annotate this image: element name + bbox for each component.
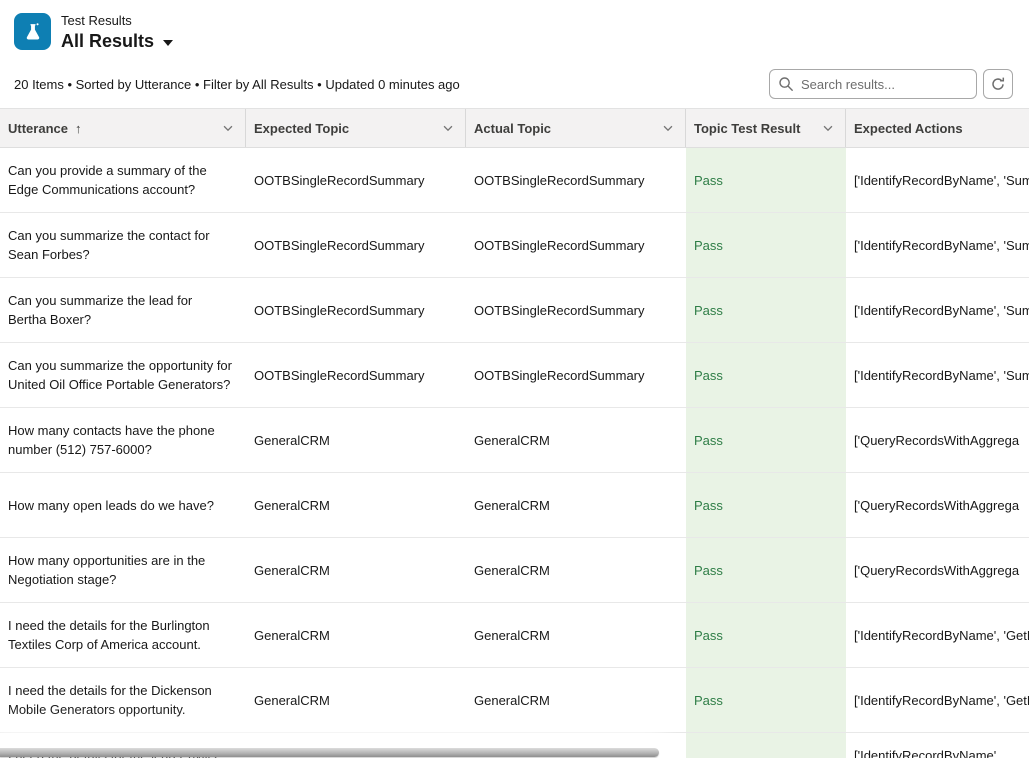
actual-topic-cell: GeneralCRM [466,408,686,472]
utterance-cell: Can you provide a summary of the Edge Co… [0,148,246,212]
expected-actions-cell: ['QueryRecordsWithAggrega [846,408,1029,472]
sort-ascending-icon: ↑ [75,121,82,136]
refresh-icon [990,76,1006,92]
topic-test-result-cell: Pass [686,278,846,342]
caret-down-icon [163,40,173,46]
topic-test-result-cell: Pass [686,603,846,667]
expected-actions-cell: ['QueryRecordsWithAggrega [846,473,1029,537]
pass-badge: Pass [694,301,723,320]
table-row[interactable]: How many open leads do we have? GeneralC… [0,473,1029,538]
table-row[interactable]: I need the details for the Burlington Te… [0,603,1029,668]
column-label: Expected Topic [254,121,349,136]
table-row[interactable]: How many opportunities are in the Negoti… [0,538,1029,603]
table-body: Can you provide a summary of the Edge Co… [0,148,1029,758]
expected-topic-cell: OOTBSingleRecordSummary [246,148,466,212]
expected-actions-cell: ['IdentifyRecordByName', 'GetRecordDetai… [846,668,1029,732]
list-toolbar: 20 Items • Sorted by Utterance • Filter … [0,60,1029,108]
topic-test-result-cell: Pass [686,148,846,212]
pass-badge: Pass [694,236,723,255]
utterance-cell: How many opportunities are in the Negoti… [0,538,246,602]
expected-actions-cell: ['QueryRecordsWithAggrega [846,538,1029,602]
page-header: Test Results All Results [0,0,1029,60]
table-row[interactable]: I need the details for the Dickenson Mob… [0,668,1029,733]
table-header-row: Utterance ↑ Expected Topic Actual Topic … [0,108,1029,148]
expected-actions-cell: ['IdentifyRecordByName', 'SummarizeRecor… [846,343,1029,407]
column-header-expected-topic[interactable]: Expected Topic [246,109,466,147]
expected-topic-cell: GeneralCRM [246,538,466,602]
column-header-actual-topic[interactable]: Actual Topic [466,109,686,147]
chevron-down-icon[interactable] [441,121,455,135]
utterance-cell: Can you summarize the contact for Sean F… [0,213,246,277]
topic-test-result-cell: Pass [686,473,846,537]
expected-topic-cell: GeneralCRM [246,473,466,537]
actual-topic-cell: OOTBSingleRecordSummary [466,213,686,277]
expected-actions-cell: ['IdentifyRecordByName', 'SummarizeRecor… [846,278,1029,342]
expected-topic-cell: OOTBSingleRecordSummary [246,343,466,407]
expected-topic-cell: OOTBSingleRecordSummary [246,278,466,342]
chevron-down-icon[interactable] [821,121,835,135]
object-label: Test Results [61,13,173,29]
column-label: Topic Test Result [694,121,800,136]
list-summary: 20 Items • Sorted by Utterance • Filter … [14,77,460,92]
pass-badge: Pass [694,561,723,580]
utterance-cell: Can you summarize the opportunity for Un… [0,343,246,407]
chevron-down-icon[interactable] [221,121,235,135]
expected-actions-cell: ['IdentifyRecordByName', 'GetRecordDetai… [846,603,1029,667]
actual-topic-cell: OOTBSingleRecordSummary [466,278,686,342]
table-row[interactable]: Can you summarize the contact for Sean F… [0,213,1029,278]
topic-test-result-cell: Pass [686,343,846,407]
topic-test-result-cell: Pass [686,213,846,277]
column-header-expected-actions[interactable]: Expected Actions [846,109,1029,147]
column-label: Utterance [8,121,68,136]
actual-topic-cell: GeneralCRM [466,538,686,602]
expected-topic-cell: GeneralCRM [246,603,466,667]
actual-topic-cell: OOTBSingleRecordSummary [466,343,686,407]
utterance-cell: I need the details for the Dickenson Mob… [0,668,246,732]
utterance-cell: How many open leads do we have? [0,473,246,537]
column-label: Expected Actions [854,121,963,136]
expected-actions-cell: ['IdentifyRecordByName', [846,733,1029,758]
refresh-button[interactable] [983,69,1013,99]
expected-topic-cell: GeneralCRM [246,668,466,732]
column-header-utterance[interactable]: Utterance ↑ [0,109,246,147]
table-row[interactable]: Can you summarize the opportunity for Un… [0,343,1029,408]
column-label: Actual Topic [474,121,551,136]
utterance-cell: I need the details for the Burlington Te… [0,603,246,667]
expected-actions-cell: ['IdentifyRecordByName', 'SummarizeRecor… [846,148,1029,212]
flask-icon [14,13,51,50]
list-view-selector[interactable]: All Results [61,31,173,52]
title-block: Test Results All Results [61,13,173,52]
search-box [769,69,977,99]
pass-badge: Pass [694,171,723,190]
actual-topic-cell: GeneralCRM [466,603,686,667]
pass-badge: Pass [694,431,723,450]
utterance-cell: Can you summarize the lead for Bertha Bo… [0,278,246,342]
topic-test-result-cell: Pass [686,668,846,732]
expected-actions-cell: ['IdentifyRecordByName', 'SummarizeRecor… [846,213,1029,277]
pass-badge: Pass [694,496,723,515]
actual-topic-cell: GeneralCRM [466,668,686,732]
chevron-down-icon[interactable] [661,121,675,135]
toolbar-actions [769,69,1013,99]
pass-badge: Pass [694,366,723,385]
utterance-cell: How many contacts have the phone number … [0,408,246,472]
topic-test-result-cell: Pass [686,408,846,472]
topic-test-result-cell: Pass [686,538,846,602]
actual-topic-cell: GeneralCRM [466,473,686,537]
pass-badge: Pass [694,626,723,645]
expected-topic-cell: GeneralCRM [246,408,466,472]
pass-badge: Pass [694,691,723,710]
expected-topic-cell: OOTBSingleRecordSummary [246,213,466,277]
table-row[interactable]: How many contacts have the phone number … [0,408,1029,473]
table-row[interactable]: Can you provide a summary of the Edge Co… [0,148,1029,213]
view-label: All Results [61,31,154,52]
column-header-topic-test-result[interactable]: Topic Test Result [686,109,846,147]
actual-topic-cell: OOTBSingleRecordSummary [466,148,686,212]
topic-test-result-cell [686,733,846,758]
search-input[interactable] [769,69,977,99]
table-row[interactable]: Can you summarize the lead for Bertha Bo… [0,278,1029,343]
results-table: Utterance ↑ Expected Topic Actual Topic … [0,108,1029,758]
horizontal-scrollbar-thumb[interactable] [0,748,659,757]
